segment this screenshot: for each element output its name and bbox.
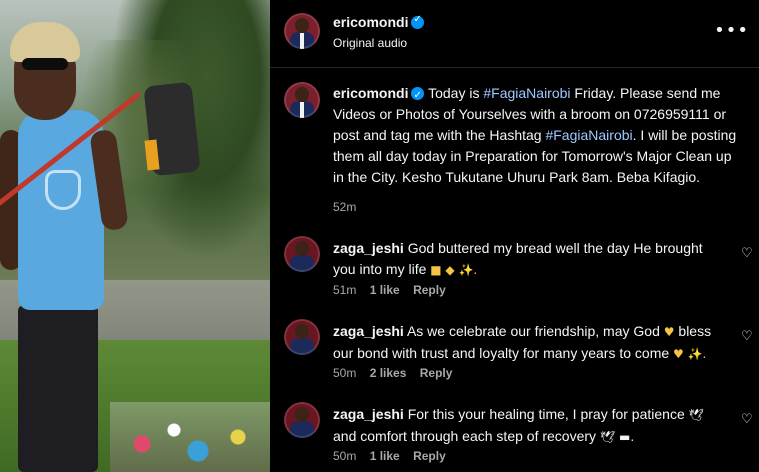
post-caption: ericomondi Today is #FagiaNairobi Friday… <box>333 83 741 188</box>
comment-meta: 50m 1 like Reply <box>333 449 456 463</box>
post-timestamp[interactable]: 52m <box>333 200 356 214</box>
comment-likes[interactable]: 1 like <box>370 283 400 297</box>
emoji-group: ♥ ✨. <box>673 347 707 361</box>
post-header: ericomondi Original audio ••• <box>270 0 759 68</box>
comment-text-1: For this your healing time, I pray for p… <box>407 406 689 422</box>
comment-body: zaga_jeshi For this your healing time, I… <box>333 404 725 448</box>
comment-timestamp[interactable]: 50m <box>333 449 356 463</box>
caption-username[interactable]: ericomondi <box>333 85 408 101</box>
commenter-username[interactable]: zaga_jeshi <box>333 323 404 339</box>
commenter-avatar[interactable] <box>284 402 320 438</box>
caption-avatar[interactable] <box>284 82 320 118</box>
comment-likes[interactable]: 2 likes <box>370 366 407 380</box>
comment-meta: 50m 2 likes Reply <box>333 366 462 380</box>
commenter-username[interactable]: zaga_jeshi <box>333 240 404 256</box>
like-heart-icon[interactable]: ♡ <box>741 329 755 344</box>
verified-badge-icon <box>411 85 425 106</box>
comment-likes[interactable]: 1 like <box>370 449 400 463</box>
commenter-avatar[interactable] <box>284 319 320 355</box>
comment-text-1: As we celebrate our friendship, may God <box>406 323 664 339</box>
reply-button[interactable]: Reply <box>413 283 446 297</box>
person-sunglasses <box>22 58 68 70</box>
vest-logo <box>45 170 81 210</box>
dove-emoji: 🕊 <box>688 408 704 422</box>
comment-body: zaga_jeshi God buttered my bread well th… <box>333 238 725 281</box>
comment-timestamp[interactable]: 50m <box>333 366 356 380</box>
litter-pile <box>110 402 270 472</box>
person-legs <box>18 305 98 472</box>
person-hat <box>10 22 80 62</box>
reel-video[interactable] <box>0 0 270 472</box>
caption-text-1: Today is <box>428 85 484 101</box>
emoji-group: ■ ◆ ✨. <box>430 263 478 277</box>
emoji-group: 🕊 ▬. <box>599 430 635 444</box>
comments-panel: ericomondi Original audio ••• ericomondi… <box>270 0 759 472</box>
commenter-username[interactable]: zaga_jeshi <box>333 406 404 422</box>
author-username[interactable]: ericomondi <box>333 14 425 30</box>
author-avatar[interactable] <box>284 13 320 49</box>
reply-button[interactable]: Reply <box>420 366 453 380</box>
reply-button[interactable]: Reply <box>413 449 446 463</box>
like-heart-icon[interactable]: ♡ <box>741 246 755 261</box>
hashtag-link[interactable]: #FagiaNairobi <box>483 85 570 101</box>
comment-body: zaga_jeshi As we celebrate our friendshi… <box>333 321 725 365</box>
comment-meta: 51m 1 like Reply <box>333 283 456 297</box>
verified-badge-icon <box>411 14 425 29</box>
like-heart-icon[interactable]: ♡ <box>741 412 755 427</box>
emoji-heart: ♥ <box>663 325 675 339</box>
hashtag-link[interactable]: #FagiaNairobi <box>545 127 632 143</box>
comment-timestamp[interactable]: 51m <box>333 283 356 297</box>
more-options-icon[interactable]: ••• <box>714 20 749 41</box>
comment-text-2: and comfort through each step of recover… <box>333 428 600 444</box>
commenter-avatar[interactable] <box>284 236 320 272</box>
author-username-text[interactable]: ericomondi <box>333 14 408 30</box>
original-audio-link[interactable]: Original audio <box>333 36 407 50</box>
